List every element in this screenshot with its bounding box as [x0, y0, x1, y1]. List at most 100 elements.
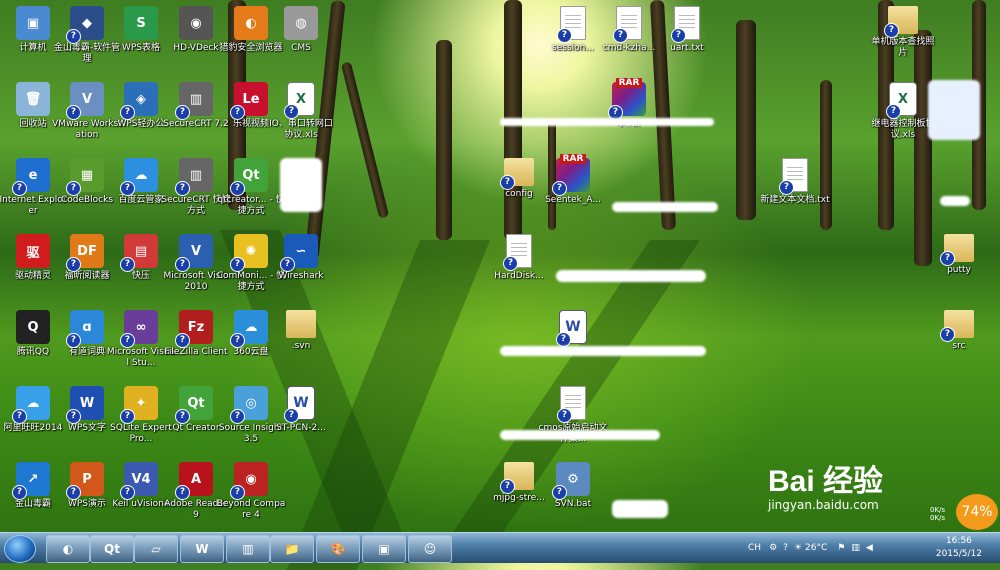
app-icon: ☁?: [12, 386, 50, 424]
desktop-icon-label: ST-PCN-2...: [276, 423, 326, 433]
unknown-shortcut-icon: ?: [12, 181, 27, 196]
app-icon: DF?: [66, 234, 104, 272]
unknown-shortcut-icon: ?: [66, 409, 81, 424]
net-speed: 0K/s 0K/s: [930, 506, 945, 522]
redaction: [500, 430, 660, 440]
language-indicator[interactable]: CH: [748, 543, 761, 553]
volume-icon[interactable]: ◀: [866, 543, 873, 553]
desktop-icon-wireshark[interactable]: ∽? Wireshark: [268, 228, 334, 300]
desktop-icon-src[interactable]: ? src: [926, 304, 992, 376]
unknown-shortcut-icon: ?: [230, 333, 245, 348]
desktop-icon-item-51[interactable]: ? 单机版本查找照片: [870, 0, 936, 72]
rar-archive-icon: ?: [608, 78, 646, 120]
desktop-icon-cmd-kzha[interactable]: ? cmd-kzha...: [596, 0, 662, 72]
app-icon: ◆?: [66, 6, 104, 44]
unknown-shortcut-icon: ?: [884, 23, 899, 38]
unknown-shortcut-icon: ?: [66, 181, 81, 196]
taskbar-item[interactable]: ▥: [226, 535, 270, 563]
clock[interactable]: 16:56 2015/5/12: [936, 535, 982, 561]
clock-date: 2015/5/12: [935, 549, 982, 559]
app-icon: Q: [16, 310, 50, 344]
app-icon: Le?: [230, 82, 268, 120]
excel-file-icon: X?: [284, 82, 315, 119]
flag-icon[interactable]: ⚑: [837, 543, 845, 553]
unknown-shortcut-icon: ?: [779, 180, 794, 195]
app-icon: ▦?: [66, 158, 104, 196]
taskbar-item[interactable]: ☺: [408, 535, 452, 563]
desktop-icon-harddisk[interactable]: ? HardDisk...: [486, 228, 552, 300]
temperature[interactable]: 26°C: [805, 543, 827, 553]
app-icon: ☁?: [230, 310, 268, 348]
text-file-icon: ?: [779, 158, 808, 195]
unknown-shortcut-icon: ?: [230, 485, 245, 500]
app-icon: ▤?: [120, 234, 158, 272]
word-doc-icon: W?: [556, 310, 587, 347]
network-icon[interactable]: ▥: [851, 543, 860, 553]
unknown-shortcut-icon: ?: [284, 104, 299, 119]
desktop-icon-io-xls[interactable]: X? IO、串口转网口协议.xls: [268, 76, 334, 148]
start-button[interactable]: [4, 535, 36, 563]
taskbar-item[interactable]: W: [180, 535, 224, 563]
desktop-icon-label: putty: [947, 265, 971, 275]
desktop-icon-svn-bat[interactable]: ⚙? SVN.bat: [540, 456, 606, 528]
taskbar: ◐ Qt ▱ W ▥ 📁 🎨 ▣ ☺ CH ⚙ ? ☀ 26°C ⚑ ▥ ◀ 16:56 201…: [0, 532, 1000, 563]
unknown-shortcut-icon: ?: [66, 105, 81, 120]
desktop-icon-txt[interactable]: ? 新建文本文档.txt: [760, 152, 830, 224]
desktop-icon-cmos[interactable]: ?cmos原始启动文件集...: [539, 380, 607, 452]
unknown-shortcut-icon: ?: [66, 257, 81, 272]
desktop-icon-label: 单机版本查找照片: [871, 37, 935, 58]
desktop-icon-svn[interactable]: .svn: [268, 304, 334, 376]
unknown-shortcut-icon: ?: [175, 181, 190, 196]
unknown-shortcut-icon: ?: [552, 181, 567, 196]
unknown-shortcut-icon: ?: [66, 333, 81, 348]
desktop-icon-doc[interactable]: W?doc: [540, 304, 606, 376]
desktop-icon-label: .svn: [291, 341, 311, 351]
taskbar-item[interactable]: ◐: [46, 535, 90, 563]
help-icon[interactable]: ?: [783, 543, 788, 553]
unknown-shortcut-icon: ?: [12, 485, 27, 500]
unknown-shortcut-icon: ?: [120, 409, 135, 424]
unknown-shortcut-icon: ?: [175, 333, 190, 348]
redaction: [500, 118, 714, 126]
desktop-icon-label: qtcreator... - 快捷方式: [217, 195, 285, 216]
desktop-icon-beyond-compare-4[interactable]: ◉? Beyond Compare 4: [217, 456, 285, 528]
unknown-shortcut-icon: ?: [120, 105, 135, 120]
taskbar-item[interactable]: ▱: [134, 535, 178, 563]
desktop-icon-putty[interactable]: ? putty: [926, 228, 992, 300]
app-icon: ◉?: [230, 462, 268, 500]
desktop-icon-xls[interactable]: X? 继电器控制板协议.xls: [870, 76, 936, 148]
taskbar-item[interactable]: 📁: [270, 535, 314, 563]
folder-icon: ?: [940, 310, 974, 342]
desktop-icon-label: 新建文本文档.txt: [760, 195, 830, 205]
desktop-icon-qtcreator[interactable]: Qt? qtcreator... - 快捷方式: [217, 152, 285, 224]
unknown-shortcut-icon: ?: [230, 409, 245, 424]
unknown-shortcut-icon: ?: [886, 104, 901, 119]
unknown-shortcut-icon: ?: [175, 409, 190, 424]
unknown-shortcut-icon: ?: [175, 257, 190, 272]
excel-file-icon: X?: [886, 82, 917, 119]
desktop-icon-seentek-a[interactable]: ?Seentek_A...: [540, 152, 606, 224]
taskbar-item[interactable]: 🎨: [316, 535, 360, 563]
net-up: 0K/s: [930, 506, 946, 514]
desktop-icon-rar[interactable]: ?本.rar: [596, 76, 662, 148]
folder-icon: ?: [500, 462, 534, 494]
desktop-icon-st-pcn-2[interactable]: W? ST-PCN-2...: [268, 380, 334, 452]
sun-icon: ☀: [793, 543, 802, 553]
unknown-shortcut-icon: ?: [940, 251, 955, 266]
unknown-shortcut-icon: ?: [500, 175, 515, 190]
net-speed-badge[interactable]: 74%: [956, 494, 998, 530]
desktop-icon-uart-txt[interactable]: ? uart.txt: [654, 0, 720, 72]
desktop-icon-label: CMS: [291, 43, 311, 53]
tray-icon[interactable]: ⚙: [769, 543, 777, 553]
desktop-icon-cms[interactable]: ◍ CMS: [268, 0, 334, 72]
taskbar-item[interactable]: ▣: [362, 535, 406, 563]
redaction: [612, 202, 718, 212]
unknown-shortcut-icon: ?: [175, 485, 190, 500]
redaction: [556, 270, 706, 282]
app-icon: Qt?: [175, 386, 213, 424]
rar-archive-icon: ?: [552, 154, 590, 196]
app-icon: V4?: [120, 462, 158, 500]
unknown-shortcut-icon: ?: [230, 105, 245, 120]
app-icon: ↗?: [12, 462, 50, 500]
taskbar-item[interactable]: Qt: [90, 535, 134, 563]
